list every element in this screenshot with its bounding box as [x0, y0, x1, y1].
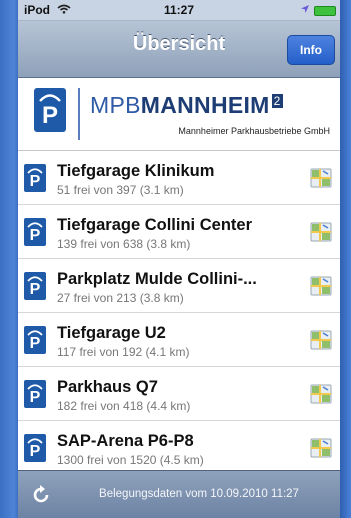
parking-availability: 51 frei von 397 (3.1 km) [57, 183, 184, 197]
parking-name: Tiefgarage U2 [57, 324, 166, 342]
map-icon[interactable] [310, 168, 332, 188]
list-item[interactable]: P Tiefgarage Klinikum 51 frei von 397 (3… [18, 151, 340, 205]
parking-availability: 27 frei von 213 (3.8 km) [57, 291, 184, 305]
refresh-icon[interactable] [30, 484, 52, 506]
status-time: 11:27 [163, 3, 195, 17]
list-item[interactable]: P SAP-Arena P6-P8 1300 frei von 1520 (4.… [18, 421, 340, 470]
list-item[interactable]: P Parkplatz Mulde Collini-... 27 frei vo… [18, 259, 340, 313]
parking-name: Parkhaus Q7 [57, 378, 158, 396]
parking-p-icon: P [24, 164, 46, 192]
map-icon[interactable] [310, 438, 332, 458]
parking-icon-letter: P [29, 281, 41, 298]
location-arrow-icon [300, 4, 310, 17]
parking-name: Parkplatz Mulde Collini-... [57, 270, 257, 288]
parking-p-icon: P [24, 434, 46, 462]
logo-letter: P [41, 102, 58, 129]
parking-icon-letter: P [29, 389, 41, 406]
parking-p-icon: P [24, 380, 46, 408]
iphone-screen: iPod 11:27 Übersicht Info P MPBMANNHEIM 2… [18, 0, 340, 518]
parking-icon-letter: P [29, 335, 41, 352]
banner-divider [78, 88, 80, 140]
parking-logo-icon: P [34, 88, 66, 132]
navigation-bar: Übersicht Info [18, 21, 340, 78]
parking-list[interactable]: P Tiefgarage Klinikum 51 frei von 397 (3… [18, 151, 340, 470]
map-icon[interactable] [310, 276, 332, 296]
parking-availability: 1300 frei von 1520 (4.5 km) [57, 453, 204, 467]
status-bar: iPod 11:27 [18, 0, 340, 21]
parking-name: Tiefgarage Collini Center [57, 216, 252, 234]
mpb-banner: P MPBMANNHEIM 2 Mannheimer Parkhausbetrie… [18, 78, 340, 151]
list-item[interactable]: P Tiefgarage U2 117 frei von 192 (4.1 km… [18, 313, 340, 367]
parking-name: Tiefgarage Klinikum [57, 162, 215, 180]
info-button[interactable]: Info [287, 35, 335, 65]
parking-name: SAP-Arena P6-P8 [57, 432, 194, 450]
parking-p-icon: P [24, 272, 46, 300]
parking-availability: 182 frei von 418 (4.4 km) [57, 399, 191, 413]
parking-availability: 117 frei von 192 (4.1 km) [57, 345, 190, 359]
brand-main: MANNHEIM [140, 92, 270, 118]
map-icon[interactable] [310, 384, 332, 404]
brand-mark: 2 [271, 94, 283, 108]
bottom-toolbar: Belegungsdaten vom 10.09.2010 11:27 [18, 470, 340, 518]
map-icon[interactable] [310, 330, 332, 350]
parking-icon-letter: P [29, 443, 41, 460]
parking-p-icon: P [24, 326, 46, 354]
list-item[interactable]: P Parkhaus Q7 182 frei von 418 (4.4 km) [18, 367, 340, 421]
parking-icon-letter: P [29, 227, 41, 244]
parking-availability: 139 frei von 638 (3.8 km) [57, 237, 191, 251]
brand-prefix: MPB [90, 92, 141, 118]
battery-icon [314, 6, 336, 16]
list-item[interactable]: P Tiefgarage Collini Center 139 frei von… [18, 205, 340, 259]
map-icon[interactable] [310, 222, 332, 242]
brand-name: MPBMANNHEIM 2 [90, 92, 283, 119]
last-updated-text: Belegungsdaten vom 10.09.2010 11:27 [99, 488, 299, 500]
parking-icon-letter: P [29, 173, 41, 190]
parking-p-icon: P [24, 218, 46, 246]
brand-tagline: Mannheimer Parkhausbetriebe GmbH [178, 126, 330, 136]
